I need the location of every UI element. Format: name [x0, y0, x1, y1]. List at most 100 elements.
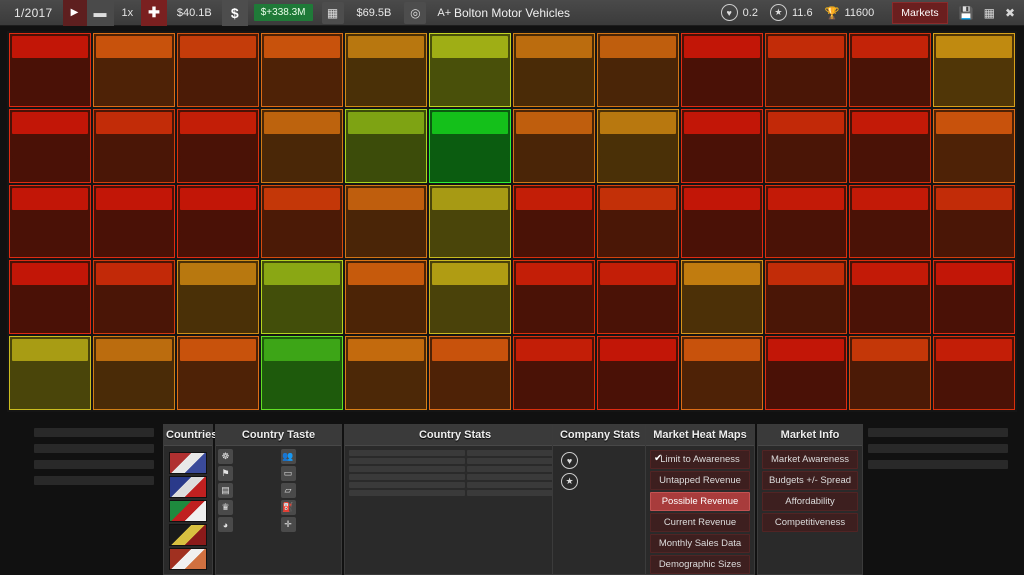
market-cell[interactable]	[9, 336, 91, 410]
market-cell[interactable]	[597, 108, 679, 183]
plus-icon[interactable]: ✚	[141, 0, 167, 26]
market-cell[interactable]	[597, 336, 679, 410]
market-cell[interactable]	[177, 33, 259, 107]
country-flag[interactable]	[169, 548, 207, 570]
market-cell[interactable]	[429, 108, 511, 183]
market-cell[interactable]	[765, 336, 847, 410]
countries-panel: Countries	[163, 424, 217, 575]
country-flag[interactable]	[169, 524, 207, 546]
market-info-option[interactable]: Budgets +/- Spread	[762, 471, 858, 490]
taste-item: ⛽	[280, 500, 340, 515]
market-cell-percent	[600, 81, 676, 104]
heat-map-option[interactable]: Current Revenue	[650, 513, 750, 532]
country-flag[interactable]	[169, 452, 207, 474]
market-cell-percent	[516, 81, 592, 104]
market-cell[interactable]	[261, 184, 343, 259]
target-icon[interactable]: ◎	[404, 1, 427, 24]
market-cell[interactable]	[849, 108, 931, 183]
market-cell-name	[432, 339, 508, 362]
market-cell[interactable]	[429, 336, 511, 410]
market-cell[interactable]	[513, 33, 595, 107]
market-cell[interactable]	[933, 184, 1015, 259]
market-cell[interactable]	[9, 184, 91, 259]
market-cell[interactable]	[345, 260, 427, 335]
heat-map-option[interactable]: Demographic Sizes	[650, 555, 750, 574]
market-cell[interactable]	[933, 260, 1015, 335]
market-cell[interactable]	[429, 184, 511, 259]
minus-icon[interactable]: ▬	[86, 0, 114, 26]
taste-item: ✛	[280, 517, 340, 532]
market-cell[interactable]	[933, 108, 1015, 183]
market-cell[interactable]	[261, 33, 343, 107]
market-cell[interactable]	[513, 260, 595, 335]
market-cell[interactable]	[849, 33, 931, 107]
market-cell[interactable]	[177, 336, 259, 410]
market-cell[interactable]	[513, 336, 595, 410]
market-cell[interactable]	[513, 108, 595, 183]
market-cell[interactable]	[345, 33, 427, 107]
heat-map-option[interactable]: Possible Revenue	[650, 492, 750, 511]
market-cell-name	[516, 187, 592, 210]
ghost-row	[868, 460, 1008, 469]
market-cell[interactable]	[93, 108, 175, 183]
market-cell-value	[432, 362, 508, 385]
country-stat-label	[349, 450, 465, 456]
market-cell[interactable]	[849, 260, 931, 335]
market-cell[interactable]	[345, 336, 427, 410]
country-stat-row	[349, 490, 561, 496]
market-info-option[interactable]: Market Awareness	[762, 450, 858, 469]
market-cell[interactable]	[597, 260, 679, 335]
market-cell[interactable]	[93, 184, 175, 259]
market-cell[interactable]	[681, 184, 763, 259]
market-info-option[interactable]: Affordability	[762, 492, 858, 511]
market-cell[interactable]	[849, 184, 931, 259]
market-cell[interactable]	[93, 33, 175, 107]
market-cell[interactable]	[177, 260, 259, 335]
market-cell-name	[768, 339, 844, 362]
market-cell[interactable]	[429, 33, 511, 107]
play-icon[interactable]: ▶	[62, 0, 87, 26]
market-cell[interactable]	[681, 260, 763, 335]
market-cell[interactable]	[261, 260, 343, 335]
country-flag[interactable]	[169, 500, 207, 522]
market-cell[interactable]	[681, 108, 763, 183]
market-cell-percent	[684, 157, 760, 180]
market-cell[interactable]	[765, 260, 847, 335]
market-cell[interactable]	[513, 184, 595, 259]
font-size-icon[interactable]: A+	[429, 7, 459, 19]
market-cell[interactable]	[93, 260, 175, 335]
market-cell[interactable]	[597, 33, 679, 107]
market-cell[interactable]	[9, 33, 91, 107]
markets-button[interactable]: Markets	[892, 1, 948, 24]
close-icon[interactable]: ✖	[1000, 6, 1020, 20]
market-cell[interactable]	[765, 33, 847, 107]
market-cell[interactable]	[93, 336, 175, 410]
market-cell[interactable]	[933, 33, 1015, 107]
market-cell[interactable]	[597, 184, 679, 259]
dollar-icon[interactable]: $	[221, 0, 248, 26]
market-cell[interactable]	[345, 108, 427, 183]
market-cell[interactable]	[261, 336, 343, 410]
market-cell[interactable]	[429, 260, 511, 335]
market-cell[interactable]	[849, 336, 931, 410]
market-cell[interactable]	[933, 336, 1015, 410]
country-flag[interactable]	[169, 476, 207, 498]
market-cell[interactable]	[681, 33, 763, 107]
heat-map-option[interactable]: Monthly Sales Data	[650, 534, 750, 553]
market-cell[interactable]	[9, 108, 91, 183]
market-cell[interactable]	[261, 108, 343, 183]
market-cell[interactable]	[765, 184, 847, 259]
heat-map-option[interactable]: Untapped Revenue	[650, 471, 750, 490]
market-cell[interactable]	[681, 336, 763, 410]
trophy-icon: 🏆	[824, 5, 840, 20]
heat-map-option[interactable]: Limit to Awareness	[650, 450, 750, 469]
market-cell[interactable]	[345, 184, 427, 259]
market-cell[interactable]	[177, 108, 259, 183]
window-icon[interactable]: ▦	[979, 6, 1000, 20]
market-cell[interactable]	[177, 184, 259, 259]
save-icon[interactable]: 💾	[954, 6, 979, 20]
market-cell-name	[264, 111, 340, 134]
market-cell[interactable]	[9, 260, 91, 335]
market-cell[interactable]	[765, 108, 847, 183]
market-info-option[interactable]: Competitiveness	[762, 513, 858, 532]
